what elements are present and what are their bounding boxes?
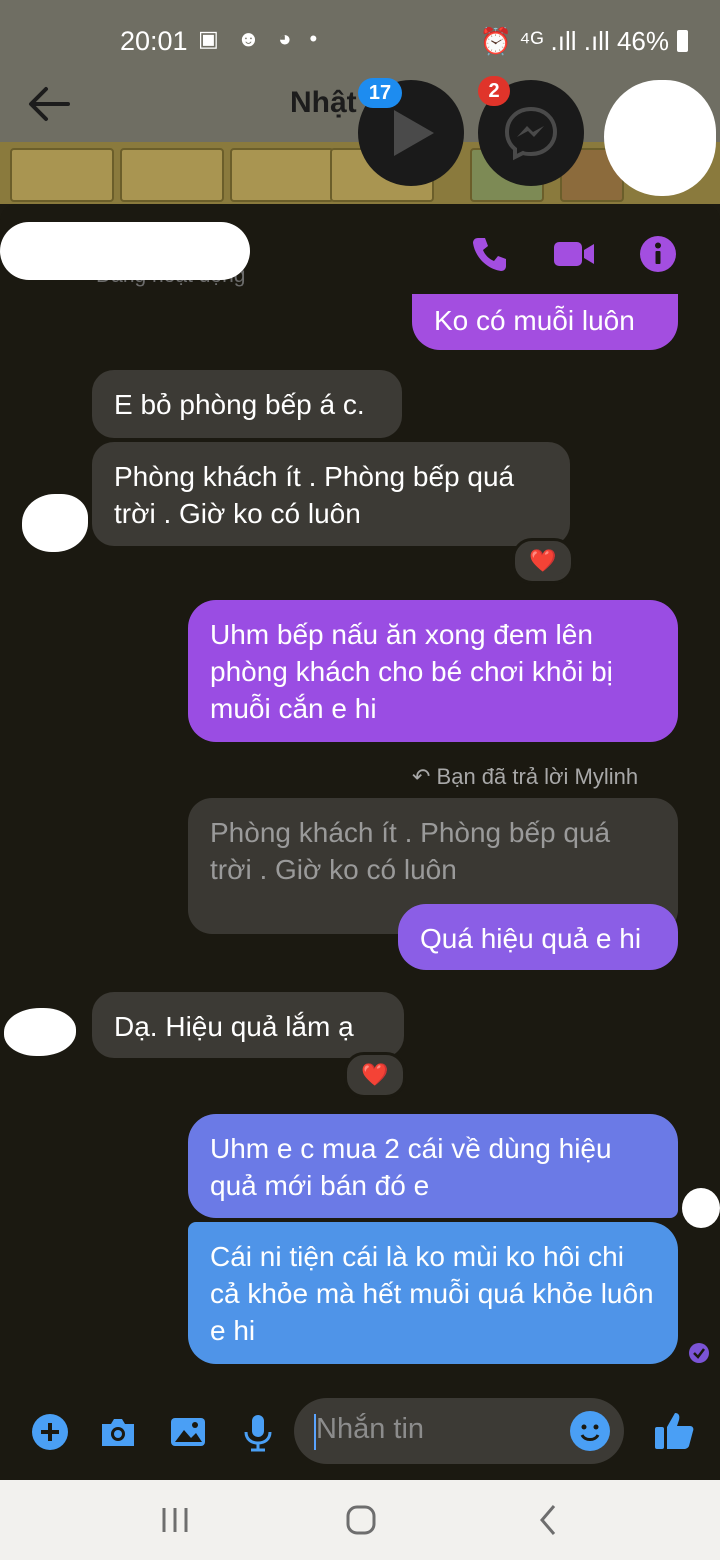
sender-avatar-redaction <box>4 1008 76 1056</box>
outgoing-message[interactable]: Uhm bếp nấu ăn xong đem lên phòng khách … <box>188 600 678 742</box>
camera-icon[interactable] <box>98 1412 138 1452</box>
message-text: E bỏ phòng bếp á c. <box>114 389 365 420</box>
emoji-icon[interactable] <box>570 1411 610 1451</box>
reply-arrow-icon: ↶ <box>412 764 437 789</box>
image-icon[interactable] <box>168 1412 208 1452</box>
messenger-icon <box>504 106 558 161</box>
message-text: Uhm e c mua 2 cái về dùng hiệu quả mới b… <box>210 1133 612 1201</box>
status-right-icons: ⏰ ⁴ᴳ .ıll .ıll 46% <box>480 26 688 57</box>
home-icon[interactable] <box>336 1496 386 1544</box>
status-time: 20:01 <box>120 26 188 56</box>
outgoing-message[interactable]: Quá hiệu quả e hi <box>398 904 678 970</box>
system-nav-bar <box>0 1480 720 1560</box>
status-bar: 20:01 ▣ ☻ ◕ • ⏰ ⁴ᴳ .ıll .ıll 46% <box>0 0 720 80</box>
video-camera-icon[interactable] <box>552 234 596 274</box>
status-signal-battery-text: ⏰ ⁴ᴳ .ıll .ıll 46% <box>479 26 669 56</box>
heart-reaction[interactable]: ❤️ <box>344 1052 406 1098</box>
plus-icon[interactable] <box>30 1412 70 1452</box>
back-arrow-icon[interactable] <box>26 86 70 122</box>
info-icon[interactable] <box>638 234 678 274</box>
message-input-placeholder: Nhắn tin <box>316 1413 425 1445</box>
incoming-message[interactable]: Phòng khách ít . Phòng bếp quá trời . Gi… <box>92 442 570 546</box>
heart-reaction[interactable]: ❤️ <box>512 538 574 584</box>
incoming-message[interactable]: Dạ. Hiệu quả lắm ạ <box>92 992 404 1058</box>
nav-back-icon[interactable] <box>524 1496 574 1544</box>
header-contact-name[interactable]: Nhật <box>290 86 357 120</box>
message-text: Quá hiệu quả e hi <box>420 923 642 954</box>
video-badge: 17 <box>358 78 402 108</box>
message-text: Phòng khách ít . Phòng bếp quá trời . Gi… <box>114 461 515 529</box>
contact-name-redaction <box>0 222 250 280</box>
reply-indicator: ↶ Bạn đã trả lời Mylinh <box>412 764 638 790</box>
recent-apps-icon[interactable] <box>150 1496 200 1544</box>
notification-icons: ▣ ☻ ◕ • <box>198 26 324 51</box>
phone-icon[interactable] <box>470 234 510 274</box>
seen-check-icon <box>689 1343 709 1363</box>
battery-icon <box>677 30 688 52</box>
redaction-blob <box>604 80 716 196</box>
outgoing-message[interactable]: Cái ni tiện cái là ko mùi ko hôi chi cả … <box>188 1222 678 1364</box>
microphone-icon[interactable] <box>238 1412 278 1452</box>
message-text: Dạ. Hiệu quả lắm ạ <box>114 1011 354 1042</box>
thumbs-up-icon[interactable] <box>652 1408 696 1452</box>
incoming-message[interactable]: E bỏ phòng bếp á c. <box>92 370 402 438</box>
messenger-badge: 2 <box>478 76 510 106</box>
sender-avatar-redaction <box>22 494 88 552</box>
message-text: Cái ni tiện cái là ko mùi ko hôi chi cả … <box>210 1241 654 1346</box>
outgoing-message[interactable]: Ko có muỗi luôn <box>412 294 678 350</box>
quoted-text: Phòng khách ít . Phòng bếp quá trời . Gi… <box>210 817 611 885</box>
play-icon <box>394 110 434 156</box>
message-text: Ko có muỗi luôn <box>434 305 635 336</box>
seen-avatar-redaction <box>682 1188 720 1228</box>
chat-header: Đang hoạt động <box>0 204 720 300</box>
message-input[interactable]: Nhắn tin <box>294 1398 624 1464</box>
reply-label-text: Bạn đã trả lời Mylinh <box>436 764 639 789</box>
outgoing-message[interactable]: Uhm e c mua 2 cái về dùng hiệu quả mới b… <box>188 1114 678 1218</box>
message-text: Uhm bếp nấu ăn xong đem lên phòng khách … <box>210 619 613 724</box>
